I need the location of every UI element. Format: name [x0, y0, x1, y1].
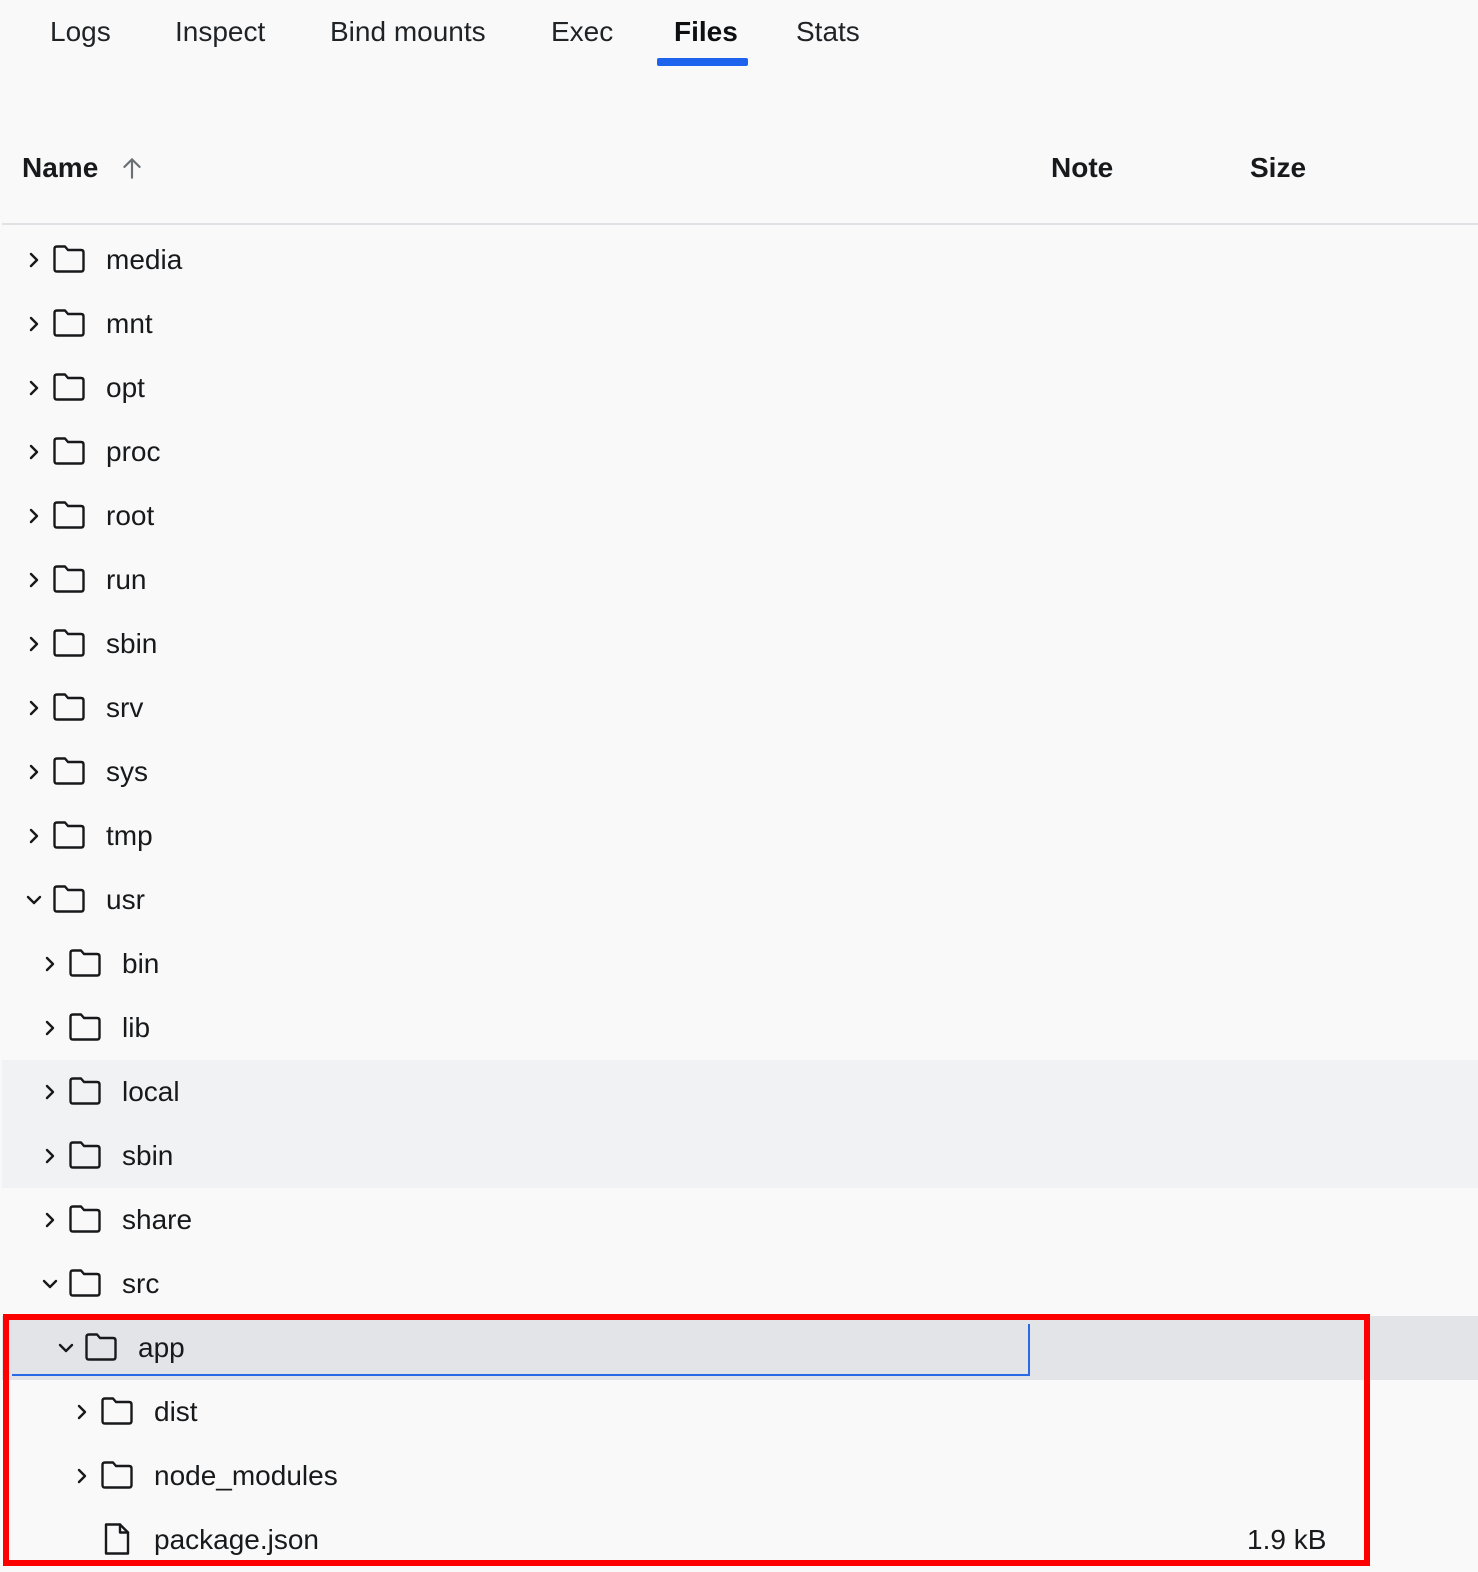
folder-icon: [53, 821, 85, 849]
folder-icon: [53, 245, 85, 273]
table-row[interactable]: share: [2, 1188, 1478, 1252]
row-name: media: [106, 244, 183, 275]
row-name: package.json: [154, 1524, 320, 1555]
table-row[interactable]: dist: [2, 1380, 1478, 1444]
table-row[interactable]: run: [2, 548, 1478, 612]
folder-icon: [101, 1461, 133, 1489]
row-name: share: [122, 1204, 193, 1235]
table-row[interactable]: media: [2, 228, 1478, 292]
folder-icon: [69, 1013, 101, 1041]
chevron-right-icon[interactable]: [22, 440, 46, 464]
row-name: src: [122, 1268, 160, 1299]
table-row[interactable]: srv: [2, 676, 1478, 740]
table-row[interactable]: sys: [2, 740, 1478, 804]
tab-files[interactable]: Files: [674, 10, 738, 54]
chevron-right-icon[interactable]: [38, 1080, 62, 1104]
tab-stats[interactable]: Stats: [796, 10, 860, 54]
table-row[interactable]: app: [2, 1316, 1478, 1380]
table-row[interactable]: package.json 1.9 kB: [2, 1508, 1478, 1572]
chevron-right-icon[interactable]: [22, 696, 46, 720]
folder-icon: [53, 757, 85, 785]
column-header-size[interactable]: Size: [1250, 146, 1306, 190]
table-header: Name Note Size: [2, 130, 1478, 225]
table-row[interactable]: sbin: [2, 1124, 1478, 1188]
chevron-right-icon[interactable]: [22, 568, 46, 592]
row-name: app: [138, 1332, 185, 1363]
folder-icon: [69, 1205, 101, 1233]
table-row[interactable]: sbin: [2, 612, 1478, 676]
chevron-right-icon[interactable]: [38, 952, 62, 976]
chevron-right-icon[interactable]: [22, 824, 46, 848]
chevron-right-icon[interactable]: [22, 248, 46, 272]
active-tab-indicator: [657, 58, 748, 66]
folder-icon: [53, 309, 85, 337]
table-row[interactable]: tmp: [2, 804, 1478, 868]
chevron-down-icon[interactable]: [54, 1336, 78, 1360]
folder-icon: [53, 629, 85, 657]
tab-logs[interactable]: Logs: [50, 10, 111, 54]
table-row[interactable]: bin: [2, 932, 1478, 996]
chevron-right-icon[interactable]: [22, 760, 46, 784]
table-row[interactable]: proc: [2, 420, 1478, 484]
folder-icon: [53, 693, 85, 721]
chevron-right-icon[interactable]: [38, 1016, 62, 1040]
chevron-right-icon[interactable]: [38, 1208, 62, 1232]
row-name: sbin: [122, 1140, 174, 1171]
table-row[interactable]: mnt: [2, 292, 1478, 356]
chevron-right-icon[interactable]: [22, 376, 46, 400]
folder-icon: [53, 501, 85, 529]
folder-icon: [69, 1269, 101, 1297]
folder-icon: [69, 1077, 101, 1105]
table-row[interactable]: root: [2, 484, 1478, 548]
folder-icon: [53, 373, 85, 401]
folder-icon: [53, 565, 85, 593]
folder-icon: [69, 949, 101, 977]
chevron-right-icon[interactable]: [22, 312, 46, 336]
chevron-right-icon[interactable]: [22, 504, 46, 528]
row-name: opt: [106, 372, 145, 403]
column-header-note[interactable]: Note: [1051, 146, 1113, 190]
chevron-right-icon[interactable]: [70, 1464, 94, 1488]
folder-icon: [53, 437, 85, 465]
row-name: sbin: [106, 628, 158, 659]
tab-exec[interactable]: Exec: [551, 10, 613, 54]
row-name: root: [106, 500, 155, 531]
folder-icon: [69, 1141, 101, 1169]
chevron-right-icon[interactable]: [22, 632, 46, 656]
row-name: tmp: [106, 820, 153, 851]
table-row[interactable]: local: [2, 1060, 1478, 1124]
row-name: lib: [122, 1012, 151, 1043]
tab-inspect[interactable]: Inspect: [175, 10, 265, 54]
row-name: proc: [106, 436, 161, 467]
row-name: node_modules: [154, 1460, 338, 1491]
row-name: bin: [122, 948, 160, 979]
folder-icon: [101, 1397, 133, 1425]
table-row[interactable]: node_modules: [2, 1444, 1478, 1508]
row-name: sys: [106, 756, 148, 787]
row-name: local: [122, 1076, 180, 1107]
row-name: run: [106, 564, 147, 595]
chevron-right-icon[interactable]: [70, 1400, 94, 1424]
table-row[interactable]: usr: [2, 868, 1478, 932]
row-size: 1.9 kB: [1247, 1524, 1327, 1555]
row-name: srv: [106, 692, 144, 723]
file-tree: media mnt opt proc root run sbin srv sys tmp usr bi…: [2, 228, 1478, 1572]
table-row[interactable]: opt: [2, 356, 1478, 420]
chevron-down-icon[interactable]: [22, 888, 46, 912]
arrow-up-icon[interactable]: [119, 155, 145, 181]
chevron-down-icon[interactable]: [38, 1272, 62, 1296]
row-name: usr: [106, 884, 145, 915]
row-name: dist: [154, 1396, 198, 1427]
file-icon: [104, 1523, 130, 1555]
row-name: mnt: [106, 308, 153, 339]
column-header-name[interactable]: Name: [22, 146, 98, 190]
table-row[interactable]: lib: [2, 996, 1478, 1060]
folder-icon: [53, 885, 85, 913]
chevron-right-icon[interactable]: [38, 1144, 62, 1168]
folder-icon: [85, 1333, 117, 1361]
tab-bind-mounts[interactable]: Bind mounts: [330, 10, 486, 54]
table-row[interactable]: src: [2, 1252, 1478, 1316]
tab-bar: Logs Inspect Bind mounts Exec Files Stat…: [0, 0, 1478, 70]
